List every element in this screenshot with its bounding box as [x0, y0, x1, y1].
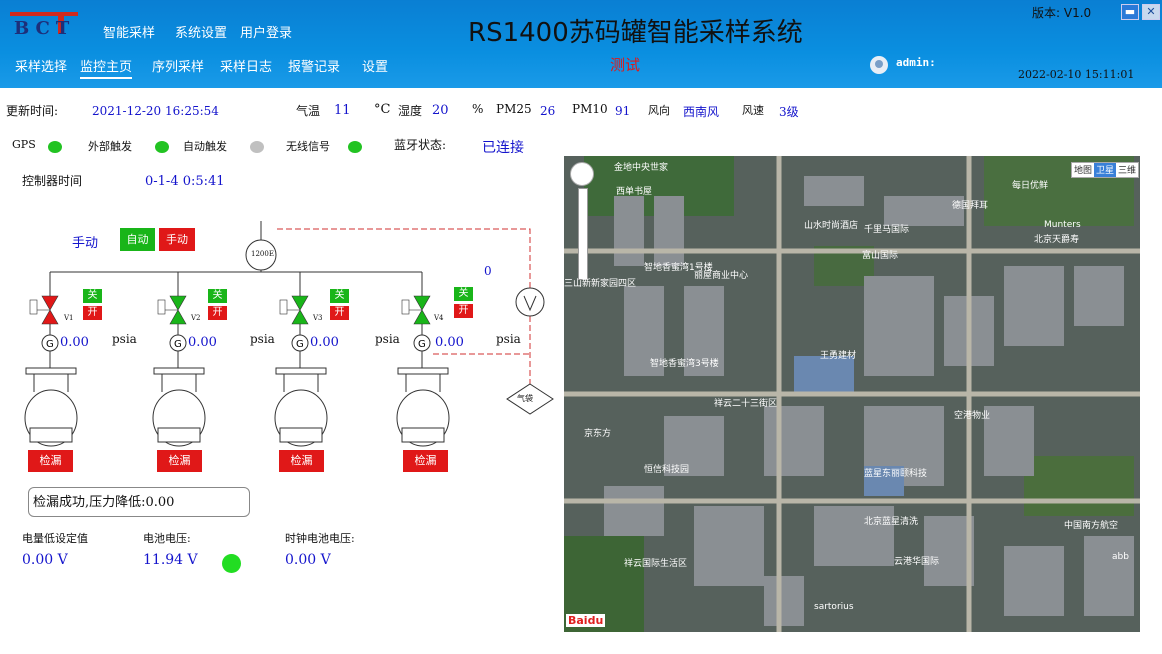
- map-place-label: 中国南方航空: [1064, 521, 1119, 531]
- valve-v2-open-button[interactable]: 开: [208, 306, 227, 320]
- leak-test-2-button[interactable]: 检漏: [157, 450, 202, 472]
- wind-speed-value: 3级: [779, 105, 799, 119]
- system-clock: 2022-02-10 15:11:01: [1018, 68, 1135, 81]
- svg-text:G: G: [46, 339, 54, 350]
- status-message: 检漏成功,压力降低:0.00: [28, 487, 250, 517]
- map-place-label: sartorius: [814, 602, 854, 612]
- avatar[interactable]: [870, 56, 888, 74]
- map-place-label: 祥云二十三街区: [714, 399, 778, 409]
- map-place-label: 富山国际: [862, 251, 899, 261]
- zoom-slider[interactable]: [578, 188, 588, 280]
- map-place-label: 千里马国际: [864, 225, 910, 235]
- map-type-satellite[interactable]: 卫星: [1094, 163, 1116, 177]
- map-place-label: 空港物业: [954, 411, 991, 421]
- map-place-label: 丽屋商业中心: [694, 271, 749, 281]
- gas-bag-label: 气袋: [517, 394, 533, 403]
- flow-value: 0: [484, 264, 492, 278]
- valve-v1-icon: [29, 295, 59, 325]
- map-place-label: abb: [1112, 552, 1129, 562]
- map-place-label: 北京天爵寿: [1034, 235, 1080, 245]
- gauge-2-icon: G: [169, 334, 187, 352]
- low-voltage-label: 电量低设定值: [22, 532, 88, 545]
- valve-v3-open-button[interactable]: 开: [330, 306, 349, 320]
- clock-battery-value: 0.00 V: [285, 552, 331, 568]
- map-place-label: 智地香蜜湾3号楼: [650, 359, 719, 369]
- valve-v3-label: V3: [313, 314, 323, 322]
- valve-v1-close-button[interactable]: 关: [83, 289, 102, 303]
- map-compass-icon[interactable]: [570, 162, 594, 186]
- flow-controller-label: 1200E: [251, 250, 274, 258]
- pm10-value: 91: [615, 104, 631, 118]
- gauge-4-icon: G: [413, 334, 431, 352]
- gauge-3-icon: G: [291, 334, 309, 352]
- canister-2-unit: psia: [250, 332, 275, 346]
- battery-voltage-label: 电池电压:: [143, 532, 191, 545]
- map-place-label: 北京蓝星清洗: [864, 517, 919, 527]
- valve-v4-icon: [401, 295, 431, 325]
- canister-4-icon: [396, 367, 450, 447]
- canister-2-pressure: 0.00: [188, 335, 217, 350]
- map-place-label: 蓝星东丽颐科技: [864, 469, 928, 479]
- leak-test-4-button[interactable]: 检漏: [403, 450, 448, 472]
- canister-4-pressure: 0.00: [435, 335, 464, 350]
- canister-1-unit: psia: [112, 332, 137, 346]
- leak-test-1-button[interactable]: 检漏: [28, 450, 73, 472]
- pm10-label: PM10: [572, 102, 608, 116]
- canister-3-unit: psia: [375, 332, 400, 346]
- map-place-label: 每日优鲜: [1012, 181, 1049, 191]
- valve-v3-icon: [279, 295, 309, 325]
- version-label: 版本: V1.0: [1032, 6, 1092, 20]
- map-place-label: 三山新新家园四区: [564, 279, 637, 289]
- baidu-logo: Baidu: [566, 614, 606, 627]
- map-place-label: 京东方: [584, 429, 612, 439]
- map-place-label: 西单书屋: [616, 187, 653, 197]
- user-name: admin:: [896, 56, 936, 69]
- test-mode-label: 测试: [610, 56, 641, 74]
- valve-v3-close-button[interactable]: 关: [330, 289, 349, 303]
- wind-direction-label: 风向: [648, 104, 670, 117]
- map-place-label: 恒信科技园: [644, 465, 690, 475]
- valve-v4-open-button[interactable]: 开: [454, 304, 473, 318]
- leak-test-3-button[interactable]: 检漏: [279, 450, 324, 472]
- wind-speed-label: 风速: [742, 104, 764, 117]
- valve-v4-label: V4: [434, 314, 444, 322]
- map-place-label: Munters: [1044, 220, 1081, 230]
- map-type-map[interactable]: 地图: [1072, 163, 1094, 177]
- close-icon[interactable]: ✕: [1142, 4, 1160, 20]
- battery-voltage-value: 11.94 V: [143, 552, 198, 568]
- gauge-1-icon: G: [41, 334, 59, 352]
- map-place-label: 云港华国际: [894, 557, 940, 567]
- map-place-label: 金地中央世家: [614, 163, 669, 173]
- valve-v2-icon: [157, 295, 187, 325]
- map-place-label: 山水时尚酒店: [804, 221, 859, 231]
- canister-4-unit: psia: [496, 332, 521, 346]
- valve-v2-label: V2: [191, 314, 201, 322]
- canister-3-icon: [274, 367, 328, 447]
- canister-1-icon: [24, 367, 78, 447]
- low-voltage-value: 0.00 V: [22, 552, 68, 568]
- map-place-label: 德国拜耳: [952, 201, 989, 211]
- valve-v4-close-button[interactable]: 关: [454, 287, 473, 301]
- piping-diagram: G G G G: [24, 221, 554, 447]
- valve-v1-label: V1: [64, 314, 74, 322]
- canister-1-pressure: 0.00: [60, 335, 89, 350]
- valve-v2-close-button[interactable]: 关: [208, 289, 227, 303]
- minimize-icon[interactable]: ▬: [1121, 4, 1139, 20]
- map-type-3d[interactable]: 三维: [1116, 163, 1138, 177]
- canister-2-icon: [152, 367, 206, 447]
- svg-text:G: G: [296, 339, 304, 350]
- canister-3-pressure: 0.00: [310, 335, 339, 350]
- battery-status-indicator: [222, 554, 241, 573]
- clock-battery-label: 时钟电池电压:: [285, 532, 355, 545]
- map-type-switcher: 地图 卫星 三维: [1071, 162, 1139, 178]
- svg-text:G: G: [174, 339, 182, 350]
- valve-v1-open-button[interactable]: 开: [83, 306, 102, 320]
- map-place-label: 祥云国际生活区: [624, 559, 688, 569]
- map-place-label: 王勇建材: [820, 351, 857, 361]
- wind-direction-value: 西南风: [683, 105, 720, 119]
- satellite-map[interactable]: 地图 卫星 三维 Baidu 金地中央世家 西单书屋山水时尚酒店 千里马国际 德国拜耳…: [564, 156, 1140, 632]
- svg-text:G: G: [418, 339, 426, 350]
